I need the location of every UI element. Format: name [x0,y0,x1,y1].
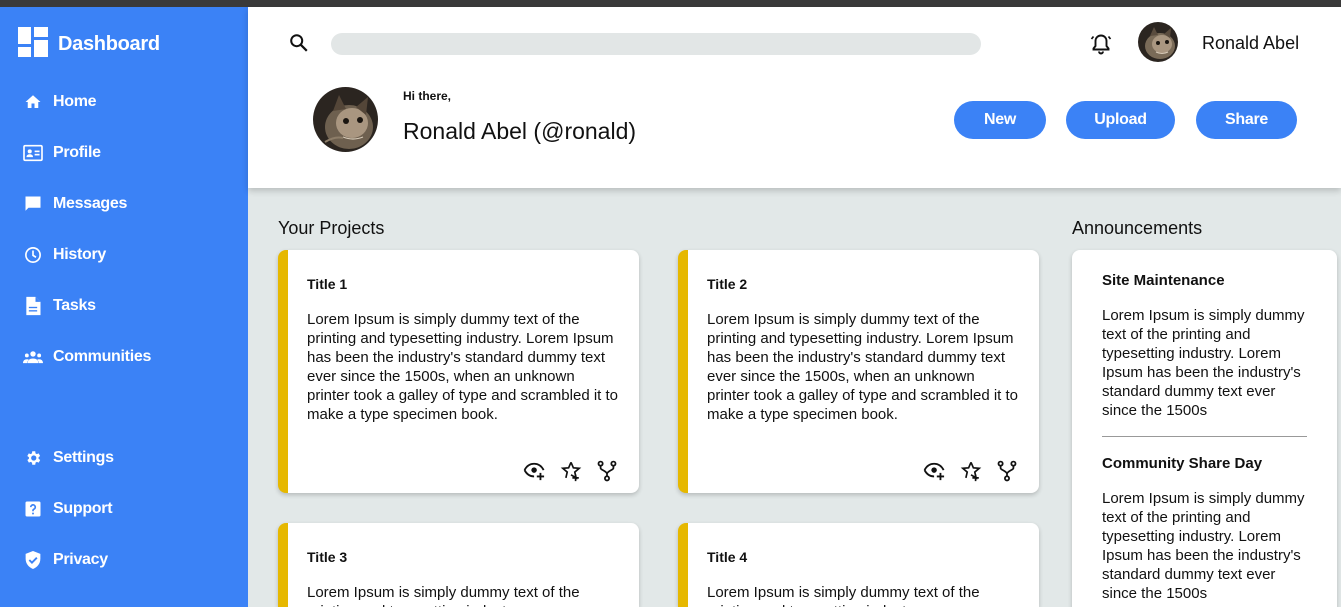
help-icon [23,499,43,519]
sidebar-item-tasks[interactable]: Tasks [23,294,96,318]
upload-button[interactable]: Upload [1066,101,1175,139]
sidebar-item-label: History [53,246,107,263]
announcements-card: Site Maintenance Lorem Ipsum is simply d… [1072,250,1337,607]
sidebar-item-label: Messages [53,195,128,212]
share-button[interactable]: Share [1196,101,1297,139]
announcements-title: Announcements [1072,218,1203,238]
card-title: Title 4 [707,549,748,565]
clock-icon [23,245,43,265]
profile-avatar [313,87,378,152]
sidebar-item-privacy[interactable]: Privacy [23,548,108,572]
watch-icon[interactable] [923,459,947,483]
profile-card-icon [23,143,43,163]
card-body: Lorem Ipsum is simply dummy text of the … [707,584,980,607]
card-actions [523,459,619,483]
sidebar-item-profile[interactable]: Profile [23,141,101,165]
home-icon [23,92,43,112]
sidebar-item-home[interactable]: Home [23,90,97,114]
avatar[interactable] [1138,22,1178,62]
sidebar-item-label: Tasks [53,297,96,314]
star-add-icon[interactable] [959,459,983,483]
project-card[interactable]: Title 2 Lorem Ipsum is simply dummy text… [678,250,1039,493]
user-name: Ronald Abel [1202,33,1300,53]
sidebar-item-label: Communities [53,348,152,365]
card-actions [923,459,1019,483]
bell-icon[interactable] [1089,32,1113,61]
gear-icon [23,448,43,468]
new-button[interactable]: New [954,101,1046,139]
dashboard-grid-icon [18,27,48,62]
watch-icon[interactable] [523,459,547,483]
document-icon [23,296,43,316]
sidebar-item-messages[interactable]: Messages [23,192,127,216]
card-title: Title 1 [307,276,348,292]
sidebar-item-label: Home [53,93,97,110]
search-input[interactable] [331,33,981,55]
announcement-title: Site Maintenance [1102,272,1225,289]
projects-title: Your Projects [278,218,385,238]
card-body: Lorem Ipsum is simply dummy text of the … [307,311,619,423]
divider [1102,436,1307,437]
announcement-title: Community Share Day [1102,455,1263,472]
user-handle: Ronald Abel (@ronald) [403,118,637,144]
sidebar-item-communities[interactable]: Communities [23,345,151,369]
shield-icon [23,550,43,570]
brand[interactable]: Dashboard [18,27,160,62]
sidebar-item-label: Privacy [53,551,108,568]
fork-icon[interactable] [595,459,619,483]
fork-icon[interactable] [995,459,1019,483]
sidebar-item-settings[interactable]: Settings [23,446,114,470]
project-card[interactable]: Title 1 Lorem Ipsum is simply dummy text… [278,250,639,493]
sidebar-item-label: Support [53,500,113,517]
card-body: Lorem Ipsum is simply dummy text of the … [707,311,1019,423]
group-icon [23,347,43,367]
project-card[interactable]: Title 4 Lorem Ipsum is simply dummy text… [678,523,1039,607]
announcement-body: Lorem Ipsum is simply dummy text of the … [1102,490,1305,602]
brand-title: Dashboard [58,33,160,55]
header: Ronald Abel Hi there, Ronald Abel (@rona… [248,7,1341,188]
card-title: Title 3 [307,549,348,565]
announcement-body: Lorem Ipsum is simply dummy text of the … [1102,307,1305,419]
card-body: Lorem Ipsum is simply dummy text of the … [307,584,580,607]
card-title: Title 2 [707,276,748,292]
sidebar-item-label: Profile [53,144,101,161]
sidebar: Dashboard Home Profile Messages History … [0,7,248,607]
window-top-strip [0,0,1341,7]
sidebar-item-support[interactable]: Support [23,497,113,521]
sidebar-item-history[interactable]: History [23,243,106,267]
search-icon[interactable] [288,32,310,59]
greeting: Hi there, [403,89,452,103]
project-card[interactable]: Title 3 Lorem Ipsum is simply dummy text… [278,523,639,607]
sidebar-item-label: Settings [53,449,114,466]
star-add-icon[interactable] [559,459,583,483]
chat-icon [23,194,43,214]
